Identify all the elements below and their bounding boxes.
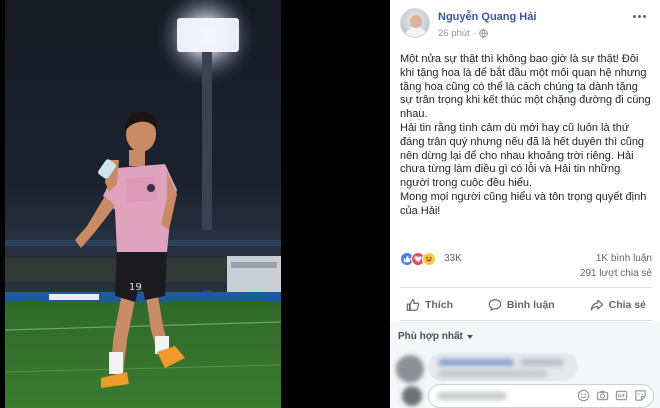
divider	[400, 287, 652, 288]
chevron-down-icon	[466, 334, 473, 339]
more-icon	[633, 15, 636, 18]
share-icon	[590, 299, 603, 311]
comment-label: Bình luận	[506, 299, 555, 311]
commenter-avatar[interactable]	[396, 355, 424, 383]
comment-sort-dropdown[interactable]: Phù hợp nhất	[398, 331, 473, 342]
share-button[interactable]: Chia sẻ	[584, 292, 652, 318]
reactions-summary[interactable]: 33K 1K bình luận	[400, 251, 652, 267]
post-photo[interactable]: 19	[5, 0, 281, 408]
sticker-icon[interactable]	[634, 389, 647, 402]
post-paragraph: Một nửa sự thật thì không bao giờ là sự …	[400, 53, 651, 121]
comment-sort-label: Phù hợp nhất	[398, 331, 463, 342]
blurred-comment	[428, 353, 578, 381]
post-panel: Nguyễn Quang Hải 26 phút · Một nửa sự th…	[390, 0, 660, 408]
comment-input[interactable]	[428, 384, 654, 408]
thumbs-up-icon	[406, 299, 420, 311]
stadium-scene: 19	[5, 0, 281, 408]
svg-text:19: 19	[129, 282, 142, 293]
comment-button[interactable]: Bình luận	[482, 292, 561, 318]
shares-count[interactable]: 291 lượt chia sẻ	[400, 268, 652, 279]
post-paragraph: Hải tin rằng tình cảm dù mới hay cũ luôn…	[400, 121, 645, 190]
comments-count[interactable]: 1K bình luận	[596, 253, 652, 264]
post-actions: Thích Bình luận Chia sẻ	[400, 292, 652, 318]
divider	[400, 320, 652, 321]
advertising-board	[5, 292, 281, 302]
comment-section: Phù hợp nhất	[390, 322, 660, 408]
like-label: Thích	[425, 299, 453, 311]
photo-viewer: 19	[0, 0, 390, 408]
share-label: Chia sẻ	[608, 299, 646, 311]
author-name[interactable]: Nguyễn Quang Hải	[438, 11, 536, 23]
post-paragraph: Mong mọi người cũng hiểu và tôn trọng qu…	[400, 190, 647, 217]
pitch	[5, 302, 281, 408]
author-avatar[interactable]	[400, 8, 430, 38]
camera-icon[interactable]	[596, 389, 609, 402]
reaction-count: 33K	[444, 253, 462, 264]
post-time[interactable]: 26 phút	[438, 28, 470, 39]
like-button[interactable]: Thích	[400, 292, 459, 318]
haha-reaction-icon	[422, 252, 436, 266]
post-text: Một nửa sự thật thì không bao giờ là sự …	[400, 53, 652, 219]
floodlight	[177, 18, 239, 52]
post-meta: 26 phút ·	[438, 28, 488, 39]
current-user-avatar	[402, 386, 422, 406]
gif-icon[interactable]	[615, 389, 628, 402]
comment-icon	[488, 299, 502, 311]
post-header: Nguyễn Quang Hải 26 phút ·	[400, 8, 652, 44]
more-options-button[interactable]	[632, 10, 648, 22]
globe-icon	[479, 29, 488, 38]
emoji-icon[interactable]	[577, 389, 590, 402]
